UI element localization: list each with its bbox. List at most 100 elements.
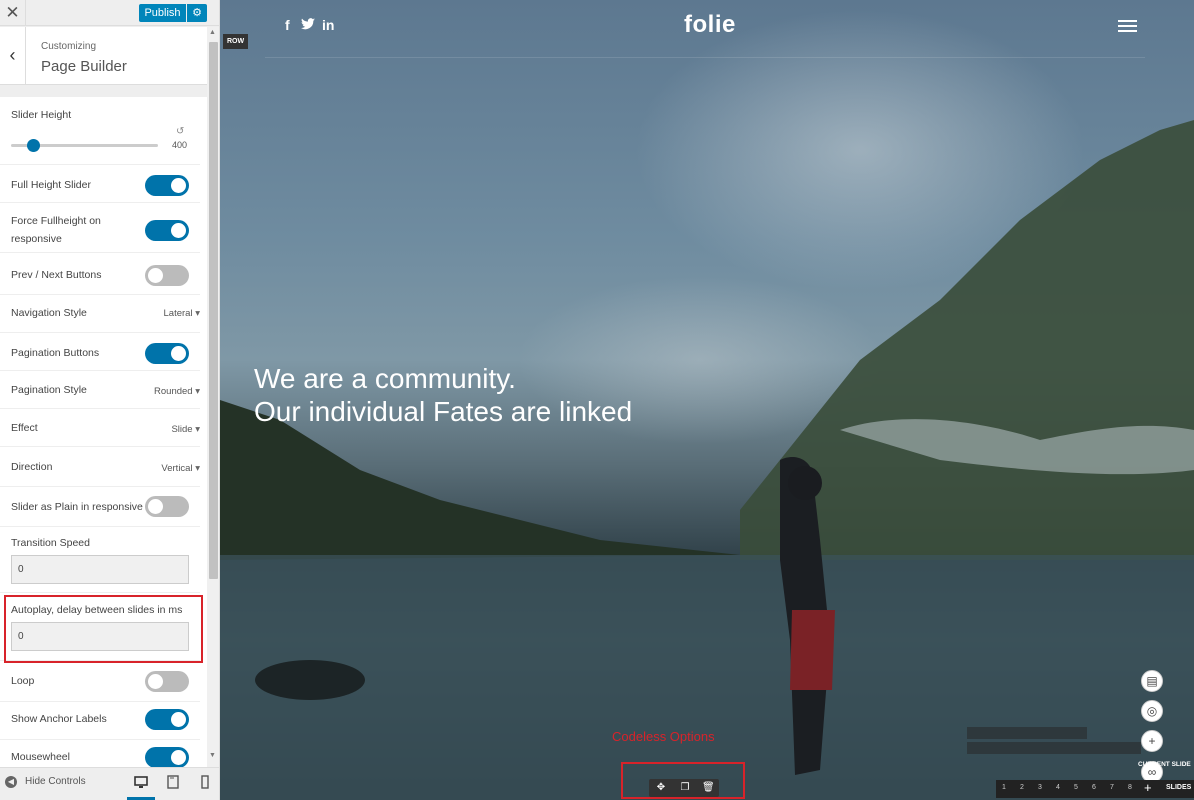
codeless-options-label: Codeless Options <box>612 729 715 744</box>
loop-toggle[interactable] <box>145 671 189 692</box>
slider-height-control: Slider Height ↺ 400 <box>0 97 200 165</box>
controls-panel: Slider Height ↺ 400 Full Height Slider F… <box>0 97 207 767</box>
loop-label: Loop <box>11 675 35 687</box>
row-badge[interactable]: ROW <box>223 34 248 49</box>
site-logo[interactable]: folie <box>684 11 736 39</box>
scroll-up-icon[interactable]: ▲ <box>209 29 216 36</box>
pagination-style-control: Pagination Style Rounded <box>0 371 200 409</box>
prev-next-label: Prev / Next Buttons <box>11 269 102 281</box>
direction-label: Direction <box>11 461 53 473</box>
linkedin-icon[interactable]: in <box>322 17 334 33</box>
direction-select[interactable]: Vertical <box>161 463 200 474</box>
publish-button[interactable]: Publish <box>139 4 186 22</box>
trash-icon[interactable]: 🗑 <box>702 782 715 794</box>
slide-number[interactable]: 6 <box>1092 784 1096 791</box>
transition-speed-input[interactable]: 0 <box>11 555 189 584</box>
prev-next-toggle[interactable] <box>145 265 189 286</box>
slide-number[interactable]: 5 <box>1074 784 1078 791</box>
facebook-icon[interactable]: f <box>285 17 290 33</box>
mousewheel-label: Mousewheel <box>11 751 70 763</box>
current-slide-label: CURRENT SLIDE <box>1138 761 1191 768</box>
anchor-labels-control: Show Anchor Labels <box>0 702 200 740</box>
force-fullheight-toggle[interactable] <box>145 220 189 241</box>
slide-number[interactable]: 3 <box>1038 784 1042 791</box>
force-fullheight-label-line1: Force Fullheight on <box>11 215 101 227</box>
section-header: ‹ Customizing Page Builder <box>0 27 207 85</box>
slide-placeholder-bar <box>967 727 1087 739</box>
loop-control: Loop <box>0 666 200 702</box>
add-slide-button[interactable]: + <box>1144 780 1152 795</box>
undo-icon[interactable]: ↺ <box>176 126 184 137</box>
navigation-style-select[interactable]: Lateral <box>164 308 200 319</box>
effect-control: Effect Slide <box>0 409 200 447</box>
globe-icon[interactable]: ◎ <box>1141 700 1163 722</box>
slide-number[interactable]: 1 <box>1002 784 1006 791</box>
effect-select[interactable]: Slide <box>171 424 200 435</box>
move-icon[interactable]: ✥ <box>655 782 667 794</box>
hide-controls-button[interactable]: Hide Controls <box>25 776 86 787</box>
slides-label: SLIDES <box>1166 784 1192 791</box>
force-fullheight-control: Force Fullheight on responsive <box>0 203 200 253</box>
back-arrow-icon[interactable]: ‹ <box>0 27 26 85</box>
navigation-style-label: Navigation Style <box>11 307 87 319</box>
customizer-sidebar: ✕ Publish ⚙ ‹ Customizing Page Builder S… <box>0 0 220 800</box>
full-height-label: Full Height Slider <box>11 179 91 191</box>
slide-placeholder-bar <box>967 742 1141 754</box>
scroll-down-icon[interactable]: ▼ <box>209 752 216 759</box>
header-divider <box>265 57 1145 58</box>
close-icon[interactable]: ✕ <box>0 0 26 26</box>
slides-navigation-bar: 1 2 3 4 5 6 7 8 + SLIDES <box>996 780 1194 798</box>
transition-speed-label: Transition Speed <box>11 537 90 549</box>
gear-icon[interactable]: ⚙ <box>187 4 207 22</box>
hamburger-menu-icon[interactable] <box>1118 20 1137 33</box>
slider-plain-label: Slider as Plain in responsive <box>11 501 143 513</box>
slider-height-thumb[interactable] <box>27 139 41 152</box>
anchor-labels-label: Show Anchor Labels <box>11 713 107 725</box>
pagination-buttons-label: Pagination Buttons <box>11 347 100 359</box>
customizer-topbar: ✕ Publish ⚙ <box>0 0 219 26</box>
slider-height-label: Slider Height <box>11 109 72 121</box>
pagination-buttons-toggle[interactable] <box>145 343 189 364</box>
slider-plain-control: Slider as Plain in responsive <box>0 487 200 527</box>
mobile-icon[interactable] <box>197 774 213 790</box>
hero-headline-line1: We are a community. <box>254 363 516 394</box>
hero-headline: We are a community. Our individual Fates… <box>254 362 632 428</box>
slide-number[interactable]: 8 <box>1128 784 1132 791</box>
codeless-toolbar: ✥ ❐ 🗑 <box>649 779 719 797</box>
sidebar-scrollbar[interactable]: ▲ ▼ <box>207 27 219 767</box>
prev-next-control: Prev / Next Buttons <box>0 253 200 295</box>
breadcrumb: Customizing <box>41 41 97 52</box>
pagination-buttons-control: Pagination Buttons <box>0 333 200 371</box>
slide-number[interactable]: 4 <box>1056 784 1060 791</box>
full-height-toggle[interactable] <box>145 175 189 196</box>
page-title: Page Builder <box>41 58 127 75</box>
scrollbar-thumb[interactable] <box>209 42 218 579</box>
customizer-footer: ◀ Hide Controls <box>0 767 219 800</box>
slide-number[interactable]: 2 <box>1020 784 1024 791</box>
collapse-icon[interactable]: ◀ <box>5 776 17 788</box>
pagination-style-select[interactable]: Rounded <box>154 386 200 397</box>
mousewheel-control: Mousewheel <box>0 740 200 767</box>
hero-headline-line2: Our individual Fates are linked <box>254 396 633 427</box>
desktop-icon[interactable] <box>127 774 155 800</box>
autoplay-highlight-box <box>4 595 203 663</box>
site-preview: f in folie ROW We are a community. Our i… <box>220 0 1194 800</box>
twitter-icon[interactable] <box>301 17 315 33</box>
add-slide-icon[interactable]: + <box>1141 730 1163 752</box>
force-fullheight-label-line2: responsive <box>11 233 62 245</box>
slider-plain-toggle[interactable] <box>145 496 189 517</box>
pagination-style-label: Pagination Style <box>11 384 87 396</box>
mousewheel-toggle[interactable] <box>145 747 189 767</box>
tablet-icon[interactable] <box>165 774 181 790</box>
navigation-style-control: Navigation Style Lateral <box>0 295 200 333</box>
full-height-control: Full Height Slider <box>0 165 200 203</box>
transition-speed-control: Transition Speed 0 <box>0 527 200 593</box>
effect-label: Effect <box>11 422 38 434</box>
slide-number[interactable]: 7 <box>1110 784 1114 791</box>
page-icon[interactable]: ▤ <box>1141 670 1163 692</box>
anchor-labels-toggle[interactable] <box>145 709 189 730</box>
force-fullheight-label: Force Fullheight on responsive <box>11 212 101 248</box>
duplicate-icon[interactable]: ❐ <box>679 782 691 794</box>
slider-height-value: 400 <box>172 140 188 150</box>
direction-control: Direction Vertical <box>0 447 200 487</box>
